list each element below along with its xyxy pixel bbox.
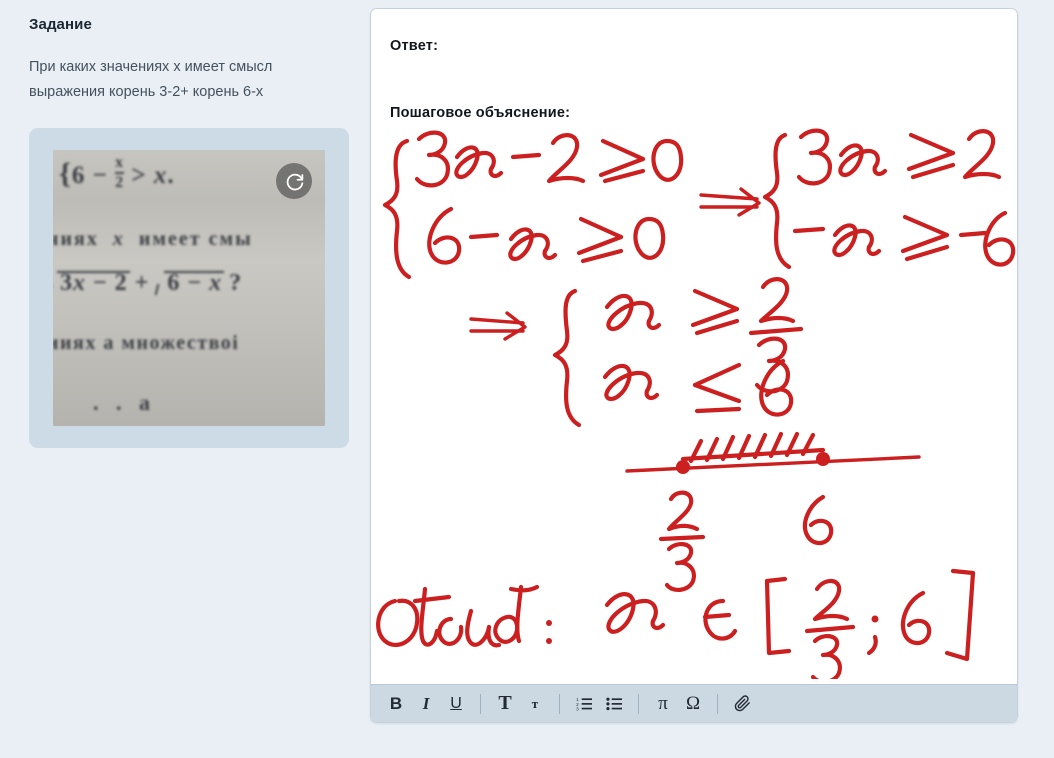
- toolbar-separator: [480, 693, 481, 714]
- final-answer-word: [376, 584, 552, 648]
- implication-arrow-2: [469, 311, 527, 341]
- system-2-brace: [762, 132, 792, 270]
- number-line-point-right: [816, 452, 830, 466]
- handwriting-svg: .ink{fill:none;stroke:#cc1f1f;stroke-wid…: [376, 128, 1016, 679]
- number-line-diagram: [625, 431, 921, 592]
- numbered-list-icon[interactable]: 1 2 3: [569, 689, 599, 719]
- svg-text:3: 3: [576, 707, 579, 711]
- photo-text-line-4: ииях а множествоі: [53, 332, 240, 354]
- number-line-point-left: [676, 460, 690, 474]
- final-answer-line: [376, 568, 976, 679]
- number-line-label-right: [802, 494, 834, 546]
- system-1-line-1: [414, 130, 684, 188]
- numbered-list-glyph: 1 2 3: [576, 697, 592, 711]
- rotate-cw-icon[interactable]: [276, 163, 312, 199]
- paperclip-glyph: [734, 695, 750, 712]
- task-photo-image[interactable]: {6 − x2 > x. ниях x имеет смы 3x − 2 + 6…: [53, 150, 325, 426]
- page-root: Задание При каких значениях x имеет смыс…: [0, 0, 1054, 758]
- photo-text-line-1: {6 − x2 > x.: [59, 154, 175, 191]
- number-line-label-left: [658, 490, 706, 592]
- implication-arrow-1: [699, 187, 761, 217]
- increase-font-button[interactable]: T: [490, 689, 520, 719]
- toolbar-separator: [559, 693, 560, 714]
- number-line-hatching: [680, 431, 826, 464]
- italic-button[interactable]: I: [411, 689, 441, 719]
- underline-button[interactable]: U: [441, 689, 471, 719]
- math-symbol-pi-button[interactable]: π: [648, 689, 678, 719]
- bulleted-list-glyph: [605, 697, 622, 711]
- system-1-line-2: [427, 206, 666, 265]
- toolbar-separator: [717, 693, 718, 714]
- answer-panel: Ответ: Пошаговое объяснение: .ink{fill:n…: [370, 8, 1018, 723]
- photo-text-line-2: ниях x имеет смы: [53, 228, 253, 250]
- answer-label: Ответ:: [390, 38, 439, 54]
- bulleted-list-icon[interactable]: [599, 689, 629, 719]
- paperclip-icon[interactable]: [727, 689, 757, 719]
- task-description: При каких значениях x имеет смысл выраже…: [29, 59, 273, 100]
- photo-text-line-3: 3x − 2 + 6 − x ?: [53, 270, 242, 297]
- editor-toolbar[interactable]: B I U T т 1 2 3 π Ω: [371, 684, 1017, 722]
- photo-text-line-5: . . а: [93, 390, 156, 415]
- decrease-font-button[interactable]: т: [520, 689, 550, 719]
- system-3-line-2: [602, 358, 794, 417]
- system-3-brace: [552, 288, 582, 428]
- special-symbol-omega-button[interactable]: Ω: [678, 689, 708, 719]
- system-2-line-2: [792, 210, 1016, 267]
- system-2-line-1: [796, 128, 1002, 186]
- answer-editor-area[interactable]: Ответ: Пошаговое объяснение: .ink{fill:n…: [371, 9, 1017, 685]
- task-photo-card[interactable]: {6 − x2 > x. ниях x имеет смы 3x − 2 + 6…: [29, 128, 349, 448]
- system-1-brace: [382, 138, 412, 280]
- handwritten-solution-image: .ink{fill:none;stroke:#cc1f1f;stroke-wid…: [371, 119, 1017, 679]
- page-title: Задание: [29, 16, 92, 33]
- bold-button[interactable]: B: [381, 689, 411, 719]
- rotate-cw-glyph: [286, 173, 303, 190]
- toolbar-separator: [638, 693, 639, 714]
